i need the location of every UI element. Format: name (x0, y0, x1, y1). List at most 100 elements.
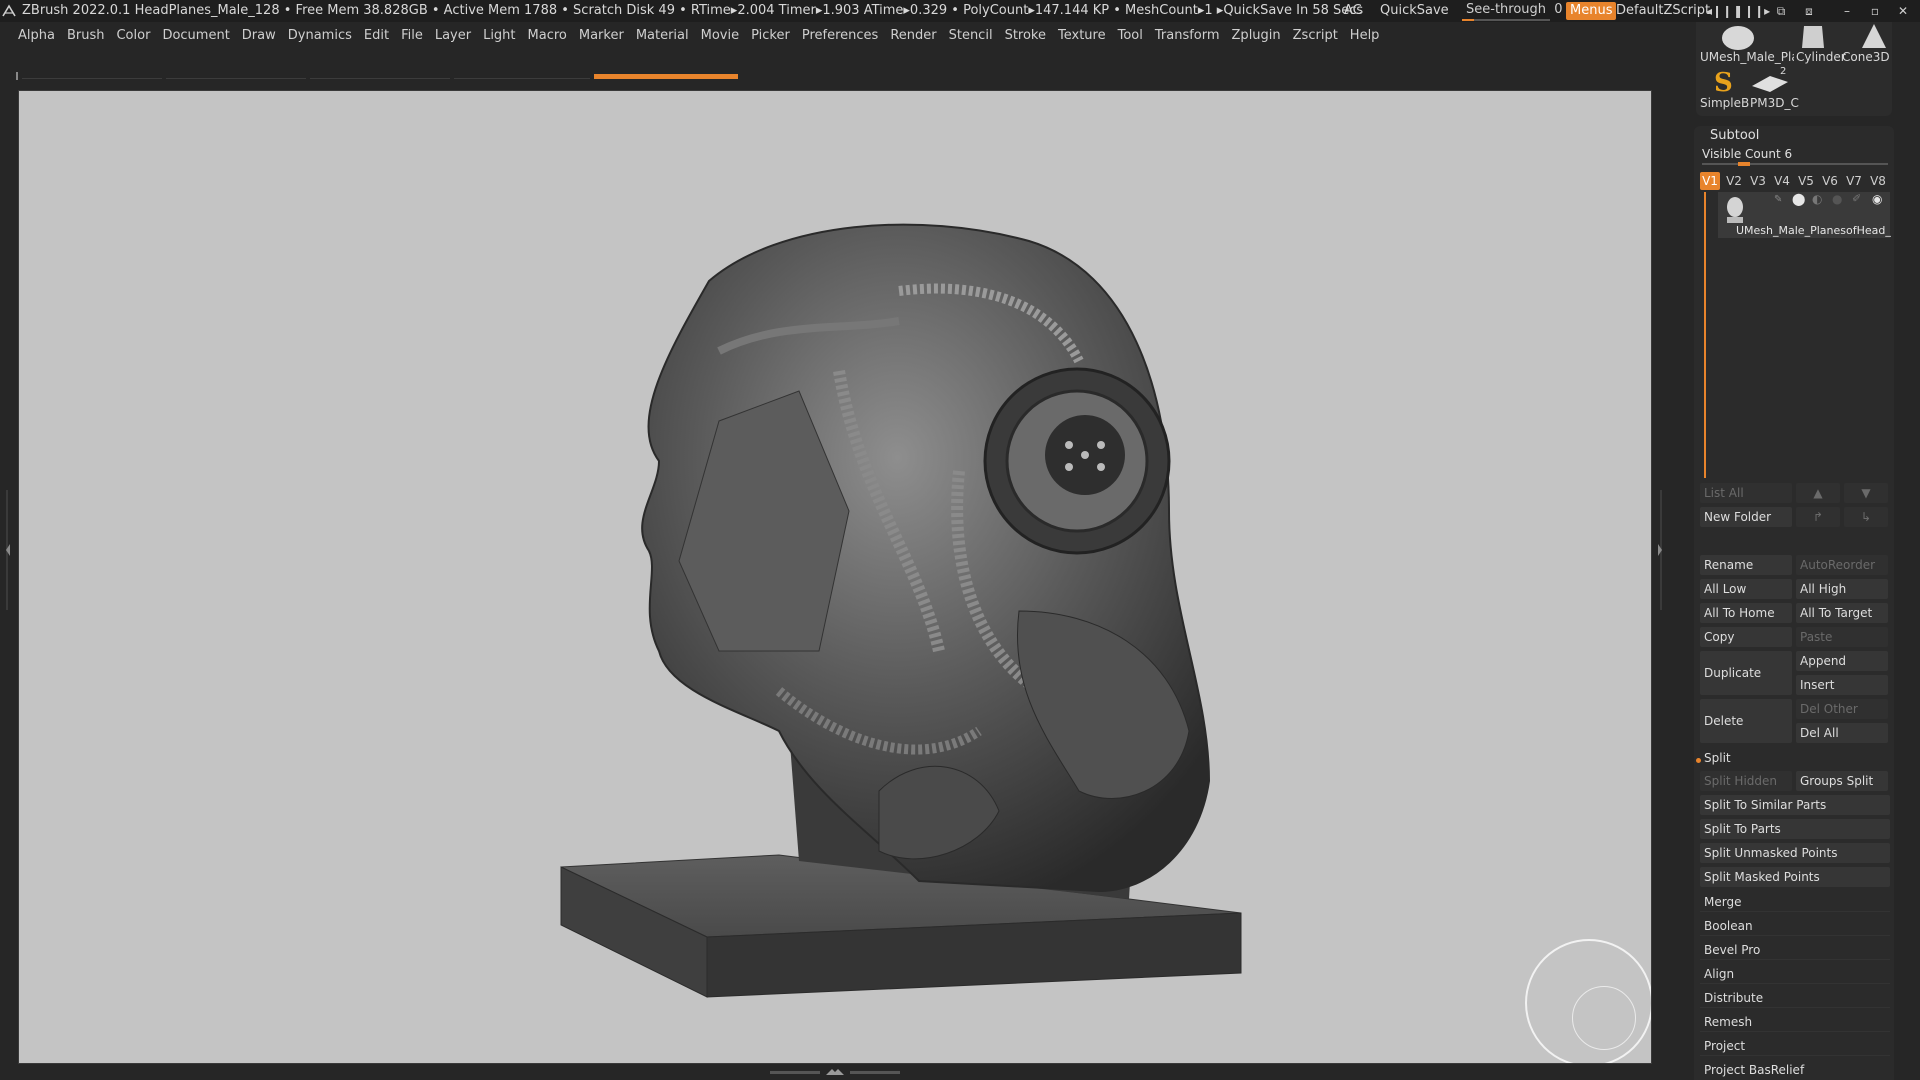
delete-button[interactable]: Delete (1700, 699, 1792, 743)
menu-light[interactable]: Light (483, 22, 515, 50)
subtool-title[interactable]: Subtool (1710, 128, 1759, 143)
menu-picker[interactable]: Picker (751, 22, 790, 50)
menu-texture[interactable]: Texture (1058, 22, 1106, 50)
version-tab-v2[interactable]: V2 (1724, 172, 1744, 190)
version-tab-v7[interactable]: V7 (1844, 172, 1864, 190)
menu-draw[interactable]: Draw (242, 22, 276, 50)
paste-button[interactable]: Paste (1796, 627, 1888, 647)
menu-file[interactable]: File (401, 22, 423, 50)
subtool-edit-icon[interactable]: ✐ (1852, 192, 1861, 205)
tab-active[interactable] (594, 74, 738, 79)
restore-layout-icon[interactable]: ⧈ (1800, 3, 1818, 19)
tab-1[interactable] (22, 78, 162, 79)
subtool-polypaint-icon[interactable]: ⬤ (1792, 192, 1805, 206)
canvas-viewport[interactable] (18, 90, 1652, 1064)
split-similar-parts-button[interactable]: Split To Similar Parts (1700, 795, 1890, 815)
ac-toggle[interactable]: AC (1344, 0, 1362, 22)
shelf-item-pm3d[interactable]: PM3D_C (1750, 96, 1799, 110)
bottom-tray-handle-icon[interactable] (770, 1066, 900, 1078)
arrows-icon[interactable]: ◂❙❙❙ (1706, 3, 1742, 19)
rename-button[interactable]: Rename (1700, 555, 1792, 575)
menu-zplugin[interactable]: Zplugin (1232, 22, 1281, 50)
quicksave-button[interactable]: QuickSave (1380, 0, 1449, 22)
split-masked-points-button[interactable]: Split Masked Points (1700, 867, 1890, 887)
split-hidden-button[interactable]: Split Hidden (1700, 771, 1792, 791)
folder-up-icon[interactable]: ↱ (1796, 507, 1840, 527)
shelf-item-umesh[interactable]: UMesh_Male_Pla (1700, 50, 1794, 64)
cone-thumb-icon[interactable] (1856, 22, 1888, 52)
remesh-section-header[interactable]: Remesh (1700, 1012, 1890, 1032)
project-basrelief-section-header[interactable]: Project BasRelief (1700, 1060, 1890, 1080)
menu-color[interactable]: Color (116, 22, 150, 50)
simplebrush-s-icon[interactable]: S (1708, 66, 1738, 96)
right-tray-handle-icon[interactable] (1656, 490, 1664, 610)
cylinder-thumb-icon[interactable] (1800, 22, 1826, 52)
subtool-scrollbar[interactable] (1704, 192, 1706, 478)
menus-toggle-button[interactable]: Menus (1566, 2, 1617, 20)
subtool-item[interactable]: ✎ ⬤ ◐ ● ✐ ◉ UMesh_Male_PlanesofHead_12 (1718, 192, 1892, 238)
menu-brush[interactable]: Brush (67, 22, 105, 50)
menu-material[interactable]: Material (636, 22, 689, 50)
menu-document[interactable]: Document (162, 22, 229, 50)
default-zscript-button[interactable]: DefaultZScript (1616, 0, 1710, 22)
all-to-home-button[interactable]: All To Home (1700, 603, 1792, 623)
menu-macro[interactable]: Macro (528, 22, 567, 50)
visible-count-slider[interactable]: Visible Count 6 (1702, 147, 1792, 161)
all-to-target-button[interactable]: All To Target (1796, 603, 1888, 623)
split-unmasked-points-button[interactable]: Split Unmasked Points (1700, 843, 1890, 863)
menu-dynamics[interactable]: Dynamics (288, 22, 352, 50)
shelf-item-cylinder[interactable]: Cylinder (1796, 50, 1846, 64)
subtool-material-icon[interactable]: ◐ (1812, 192, 1822, 206)
menu-stroke[interactable]: Stroke (1005, 22, 1046, 50)
copy-button[interactable]: Copy (1700, 627, 1792, 647)
align-section-header[interactable]: Align (1700, 964, 1890, 984)
bevel-pro-section-header[interactable]: Bevel Pro (1700, 940, 1890, 960)
del-other-button[interactable]: Del Other (1796, 699, 1888, 719)
arrows-right-icon[interactable]: ❙❙❙▸ (1734, 3, 1770, 19)
version-tab-v8[interactable]: V8 (1868, 172, 1888, 190)
menu-movie[interactable]: Movie (701, 22, 739, 50)
menu-preferences[interactable]: Preferences (802, 22, 878, 50)
duplicate-button[interactable]: Duplicate (1700, 651, 1792, 695)
tab-2[interactable] (166, 78, 306, 79)
see-through-slider[interactable]: See-through 0 (1458, 1, 1563, 21)
shelf-item-cone[interactable]: Cone3D (1842, 50, 1890, 64)
distribute-section-header[interactable]: Distribute (1700, 988, 1890, 1008)
left-tray-handle-icon[interactable] (4, 490, 12, 610)
menu-zscript[interactable]: Zscript (1293, 22, 1338, 50)
version-tab-v5[interactable]: V5 (1796, 172, 1816, 190)
shelf-item-simpleb[interactable]: SimpleB (1700, 96, 1749, 110)
visible-count-thumb[interactable] (1738, 162, 1750, 166)
navigation-gizmo-inner[interactable] (1572, 986, 1636, 1050)
menu-render[interactable]: Render (890, 22, 936, 50)
all-high-button[interactable]: All High (1796, 579, 1888, 599)
split-to-parts-button[interactable]: Split To Parts (1700, 819, 1890, 839)
list-all-button[interactable]: List All (1700, 483, 1792, 503)
insert-button[interactable]: Insert (1796, 675, 1888, 695)
version-tab-v4[interactable]: V4 (1772, 172, 1792, 190)
menu-edit[interactable]: Edit (364, 22, 389, 50)
subtool-eye-icon[interactable]: ◉ (1872, 192, 1882, 206)
split-section-header[interactable]: Split (1700, 748, 1888, 768)
autoreorder-button[interactable]: AutoReorder (1796, 555, 1888, 575)
menu-stencil[interactable]: Stencil (949, 22, 993, 50)
del-all-button[interactable]: Del All (1796, 723, 1888, 743)
menu-transform[interactable]: Transform (1155, 22, 1220, 50)
project-section-header[interactable]: Project (1700, 1036, 1890, 1056)
menu-tool[interactable]: Tool (1118, 22, 1143, 50)
subtool-shadow-icon[interactable]: ● (1832, 192, 1842, 206)
menu-layer[interactable]: Layer (435, 22, 471, 50)
tab-4[interactable] (454, 78, 590, 79)
append-button[interactable]: Append (1796, 651, 1888, 671)
version-tab-v3[interactable]: V3 (1748, 172, 1768, 190)
menu-marker[interactable]: Marker (579, 22, 624, 50)
folder-down-icon[interactable]: ↳ (1844, 507, 1888, 527)
subtool-brush-icon[interactable]: ✎ (1774, 194, 1782, 205)
version-tab-v1[interactable]: V1 (1700, 172, 1720, 190)
merge-section-header[interactable]: Merge (1700, 892, 1890, 912)
layout-icon[interactable]: ⧉ (1772, 3, 1790, 19)
menu-alpha[interactable]: Alpha (18, 22, 55, 50)
tab-3[interactable] (310, 78, 450, 79)
boolean-section-header[interactable]: Boolean (1700, 916, 1890, 936)
umesh-thumb-icon[interactable] (1716, 22, 1760, 52)
